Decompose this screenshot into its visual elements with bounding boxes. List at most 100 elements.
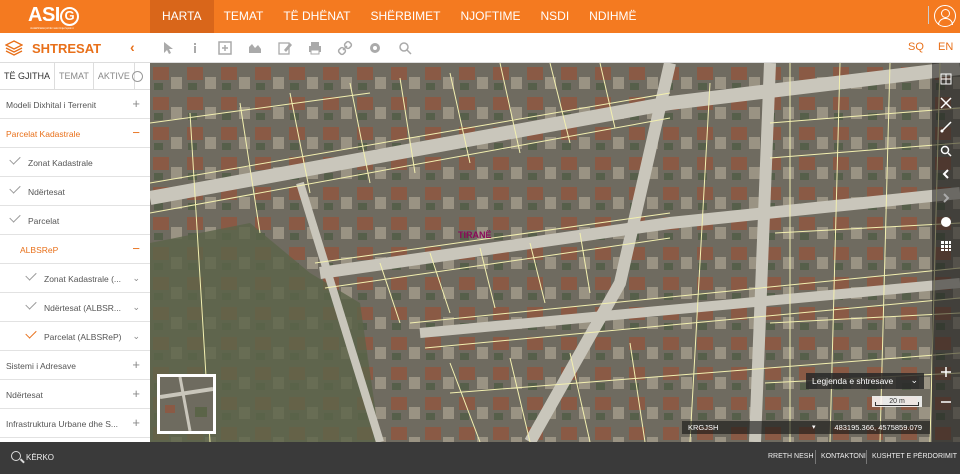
- chevron-down-icon[interactable]: ⌄: [132, 273, 140, 284]
- nav-temat[interactable]: TEMAT: [214, 0, 274, 33]
- info-icon[interactable]: [187, 40, 203, 56]
- layer-item-parcels[interactable]: Parcelat: [0, 206, 150, 235]
- minimap-image: [159, 376, 214, 432]
- layer-item-cadastral-zones[interactable]: Zonat Kadastrale: [0, 148, 150, 177]
- collapse-minus-icon[interactable]: −: [132, 241, 140, 256]
- layer-label: Parcelat (ALBSReP): [44, 332, 122, 342]
- layer-tabs: TË GJITHA TEMAT AKTIVE: [0, 63, 150, 90]
- language-en-button[interactable]: EN: [938, 41, 953, 53]
- layers-panel-header: SHTRESAT ‹: [0, 33, 150, 63]
- layer-group-cadastral-parcels[interactable]: Parcelat Kadastrale −: [0, 119, 150, 148]
- tab-temat[interactable]: TEMAT: [55, 63, 94, 89]
- profile-chart-icon[interactable]: [247, 40, 263, 56]
- collapse-minus-icon[interactable]: −: [132, 125, 140, 140]
- zoom-area-icon[interactable]: [940, 145, 952, 157]
- basemap-icon[interactable]: [940, 73, 952, 85]
- layer-label: Ndërtesat: [28, 187, 65, 197]
- link-icon[interactable]: [337, 40, 353, 56]
- layer-label: Ndërtesat (ALBSR...: [44, 303, 122, 313]
- map-place-label: TIRANË: [458, 230, 492, 240]
- layer-group-buildings[interactable]: Ndërtesat +: [0, 380, 150, 409]
- layer-label: Sistemi i Adresave: [6, 361, 76, 371]
- layer-label: Parcelat Kadastrale: [6, 129, 81, 139]
- layer-label: Zonat Kadastrale (...: [44, 274, 122, 284]
- collapse-panel-button[interactable]: ‹: [130, 39, 135, 55]
- tab-te-gjitha[interactable]: TË GJITHA: [0, 63, 56, 89]
- add-layer-icon[interactable]: [217, 40, 233, 56]
- tab-aktive[interactable]: AKTIVE: [94, 63, 135, 89]
- expand-plus-icon[interactable]: +: [132, 386, 140, 401]
- layer-group-urban-infrastructure[interactable]: Infrastruktura Urbane dhe S... +: [0, 409, 150, 438]
- footer-link-terms[interactable]: KUSHTET E PËRDORIMIT: [872, 453, 957, 460]
- checkmark-icon[interactable]: [25, 327, 37, 339]
- layer-item-albsrep-zones[interactable]: Zonat Kadastrale (... ⌄: [0, 264, 150, 293]
- legend-dropdown[interactable]: Legjenda e shtresave ⌄: [806, 373, 924, 389]
- measure-icon[interactable]: [940, 121, 952, 133]
- layer-label: ALBSReP: [20, 245, 59, 255]
- nav-nsdi[interactable]: NSDI: [530, 0, 579, 33]
- checkmark-icon[interactable]: [9, 182, 21, 194]
- layer-label: Ndërtesat: [6, 390, 43, 400]
- layer-item-albsrep-parcels[interactable]: Parcelat (ALBSReP) ⌄: [0, 322, 150, 351]
- layer-subgroup-albsrep[interactable]: ALBSReP −: [0, 235, 150, 264]
- nav-njoftime[interactable]: NJOFTIME: [450, 0, 530, 33]
- chevron-down-icon[interactable]: ⌄: [132, 302, 140, 313]
- footer-link-about[interactable]: RRETH NESH: [768, 453, 814, 460]
- fullscreen-icon[interactable]: [940, 97, 952, 109]
- edit-icon[interactable]: [277, 40, 293, 56]
- globe-icon[interactable]: [940, 216, 952, 228]
- crs-selector[interactable]: KRGJSH: [688, 421, 718, 434]
- grid-icon[interactable]: [940, 240, 952, 252]
- expand-plus-icon[interactable]: +: [132, 415, 140, 430]
- layer-list: Modeli Dixhital i Terrenit + Parcelat Ka…: [0, 90, 150, 442]
- settings-icon[interactable]: [367, 40, 383, 56]
- search-button[interactable]: KËRKO: [26, 453, 54, 462]
- nav-te-dhenat[interactable]: TË DHËNAT: [273, 0, 360, 33]
- language-sq-button[interactable]: SQ: [908, 41, 924, 53]
- layer-label: Parcelat: [28, 216, 60, 226]
- layer-label: Modeli Dixhital i Terrenit: [6, 100, 97, 110]
- footer-bar: KËRKO RRETH NESH KONTAKTONI KUSHTET E PË…: [0, 442, 960, 474]
- coordinate-readout: 483195.366, 4575859.079: [834, 423, 922, 432]
- next-extent-icon[interactable]: [940, 192, 952, 204]
- zoom-in-icon[interactable]: [940, 366, 952, 378]
- nav-harta[interactable]: HARTA: [150, 0, 214, 33]
- nav-sherbimet[interactable]: SHËRBIMET: [360, 0, 450, 33]
- map-controls-bar: [932, 63, 960, 442]
- chevron-down-icon: ⌄: [910, 375, 918, 385]
- chevron-down-icon[interactable]: ⌄: [132, 331, 140, 342]
- expand-plus-icon[interactable]: +: [132, 96, 140, 111]
- top-navbar: ASI G Autoriteti Shtetëror për Informacio…: [0, 0, 960, 33]
- search-tool-icon[interactable]: [397, 40, 413, 56]
- layer-item-buildings[interactable]: Ndërtesat: [0, 177, 150, 206]
- panel-title: SHTRESAT: [32, 41, 102, 56]
- checkmark-icon[interactable]: [25, 298, 37, 310]
- previous-extent-icon[interactable]: [940, 168, 952, 180]
- checkmark-icon[interactable]: [9, 211, 21, 223]
- language-divider: [928, 6, 929, 24]
- expand-plus-icon[interactable]: +: [132, 357, 140, 372]
- layer-label: Zonat Kadastrale: [28, 158, 93, 168]
- map-toolbar: SQ EN: [150, 33, 960, 63]
- asig-logo[interactable]: ASI G Autoriteti Shtetëror për Informacio…: [28, 4, 79, 30]
- coordinate-bar: KRGJSH ▾ 483195.366, 4575859.079: [682, 421, 930, 434]
- checkmark-icon[interactable]: [9, 153, 21, 165]
- footer-link-contact[interactable]: KONTAKTONI: [821, 453, 866, 460]
- layer-group-address-system[interactable]: Sistemi i Adresave +: [0, 351, 150, 380]
- crs-chevron-icon[interactable]: ▾: [812, 421, 816, 434]
- zoom-out-icon[interactable]: [940, 396, 952, 408]
- logo-tagline: Autoriteti Shtetëror për Informacionin G…: [30, 26, 74, 30]
- user-account-icon[interactable]: [934, 5, 956, 27]
- print-icon[interactable]: [307, 40, 323, 56]
- layers-icon: [5, 40, 23, 56]
- footer-divider: [815, 450, 816, 464]
- search-icon[interactable]: [11, 451, 21, 461]
- pointer-icon[interactable]: [160, 40, 176, 56]
- overview-minimap[interactable]: [157, 374, 216, 434]
- nav-ndihme[interactable]: NDIHMË: [579, 0, 646, 33]
- layer-group-terrain-model[interactable]: Modeli Dixhital i Terrenit +: [0, 90, 150, 119]
- checkmark-icon[interactable]: [25, 269, 37, 281]
- layer-item-albsrep-buildings[interactable]: Ndërtesat (ALBSR... ⌄: [0, 293, 150, 322]
- legend-label: Legjenda e shtresave: [812, 376, 894, 386]
- tab-settings-icon[interactable]: [132, 71, 143, 82]
